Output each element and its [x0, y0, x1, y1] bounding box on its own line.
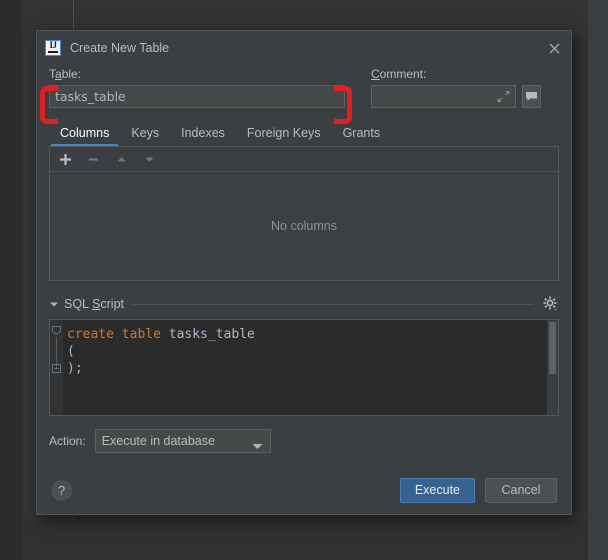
tab-grants[interactable]: Grants — [332, 122, 392, 146]
sql-editor-scrollbar[interactable] — [547, 320, 558, 415]
move-down-button[interactable] — [140, 150, 158, 168]
fields-row: Table: tasks_table Comment: — [49, 67, 559, 108]
sql-table-identifier: tasks_table — [168, 327, 255, 342]
chevron-down-icon — [252, 439, 263, 453]
move-up-button[interactable] — [112, 150, 130, 168]
sql-script-title: SQL Script — [64, 297, 124, 311]
sql-close-paren: ); — [67, 361, 83, 376]
sql-open-paren: ( — [67, 344, 75, 359]
expand-icon[interactable] — [497, 90, 510, 103]
columns-list-area[interactable]: No columns — [50, 172, 558, 280]
tab-columns[interactable]: Columns — [49, 122, 120, 146]
help-button[interactable]: ? — [51, 479, 72, 501]
backdrop-left-strip — [0, 0, 22, 560]
table-editor-tabs: Columns Keys Indexes Foreign Keys Grants — [49, 122, 559, 146]
tab-foreign-keys[interactable]: Foreign Keys — [236, 122, 332, 146]
cancel-button[interactable]: Cancel — [485, 477, 557, 503]
comment-bubble-icon[interactable] — [522, 85, 541, 108]
table-name-input[interactable]: tasks_table — [49, 85, 345, 108]
comment-input[interactable] — [371, 85, 517, 108]
sql-script-header: SQL Script — [49, 295, 559, 313]
tab-grants-label: Grants — [342, 126, 381, 140]
add-column-button[interactable] — [56, 150, 74, 168]
fold-end-icon[interactable] — [52, 364, 61, 373]
action-label: Action: — [49, 434, 86, 448]
sql-editor-gutter[interactable] — [50, 320, 63, 415]
comment-field-group: Comment: — [371, 67, 541, 108]
table-name-value: tasks_table — [55, 89, 126, 104]
comment-field-label: Comment: — [371, 67, 427, 81]
backdrop-lower-panel — [22, 520, 588, 560]
dialog-body: Table: tasks_table Comment: Columns Keys… — [37, 64, 571, 453]
columns-toolbar — [50, 147, 558, 172]
table-field-label: Table: — [49, 67, 82, 81]
close-icon[interactable] — [543, 37, 565, 59]
action-row: Action: Execute in database — [49, 429, 559, 453]
tab-indexes[interactable]: Indexes — [170, 122, 236, 146]
action-dropdown[interactable]: Execute in database — [94, 429, 271, 453]
sql-code-text[interactable]: create table tasks_table ( ); — [63, 320, 558, 415]
dialog-titlebar: Create New Table — [37, 31, 571, 64]
sql-editor-scrollbar-thumb[interactable] — [549, 322, 556, 374]
dialog-title: Create New Table — [70, 40, 170, 55]
execute-button[interactable]: Execute — [399, 477, 475, 503]
backdrop-right-strip — [588, 0, 608, 560]
chevron-down-icon[interactable] — [49, 299, 59, 309]
tab-keys[interactable]: Keys — [120, 122, 170, 146]
intellij-idea-logo-icon — [45, 39, 61, 56]
table-field-group: Table: tasks_table — [49, 67, 345, 108]
fold-expanded-icon[interactable] — [52, 326, 61, 335]
sql-keyword: create table — [67, 327, 169, 342]
tab-foreign-keys-label: Foreign Keys — [246, 126, 321, 140]
action-dropdown-value: Execute in database — [101, 434, 215, 448]
sql-script-editor[interactable]: create table tasks_table ( ); — [49, 319, 559, 416]
create-new-table-dialog: Create New Table Table: tasks_table Comm… — [36, 30, 572, 515]
no-columns-placeholder: No columns — [271, 219, 337, 233]
tab-keys-label: Keys — [131, 126, 160, 140]
sql-header-separator — [133, 303, 534, 305]
tab-indexes-label: Indexes — [181, 126, 225, 140]
dialog-footer: ? Execute Cancel — [37, 466, 571, 514]
tab-columns-label: Columns — [60, 126, 110, 140]
gear-icon[interactable] — [543, 296, 559, 312]
remove-column-button[interactable] — [84, 150, 102, 168]
columns-panel: No columns — [49, 146, 559, 281]
